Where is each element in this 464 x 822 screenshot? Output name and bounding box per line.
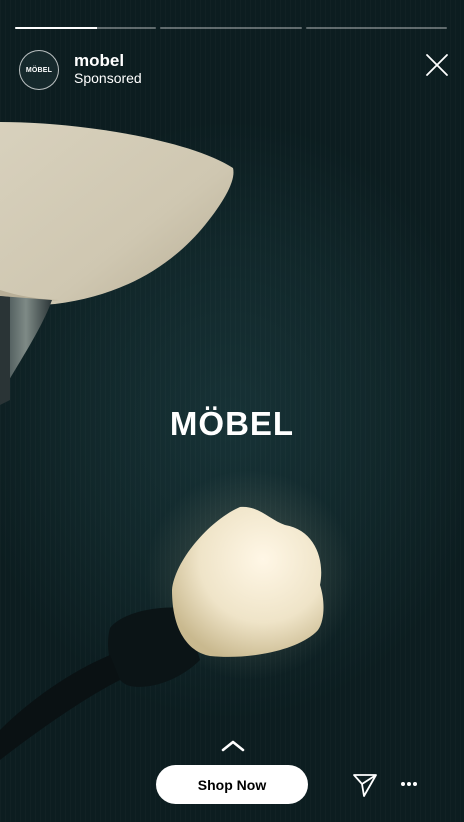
close-icon[interactable] [425,53,449,77]
story-viewer[interactable]: MÖBEL mobel Sponsored MÖBEL Shop Now [0,0,464,822]
brand-wordmark: MÖBEL [169,405,295,442]
avatar[interactable]: MÖBEL [19,50,59,90]
progress-fill-1 [15,27,97,29]
more-dots-icon[interactable] [400,780,418,788]
shop-now-button[interactable]: Shop Now [156,765,308,804]
progress-segment-3 [305,27,447,29]
progress-segment-1 [15,27,157,29]
paper-plane-icon[interactable] [352,772,378,798]
progress-segment-2 [160,27,302,29]
account-info[interactable]: mobel Sponsored [74,52,142,87]
sponsored-label: Sponsored [74,70,142,86]
chevron-up-icon[interactable] [221,740,245,752]
account-name[interactable]: mobel [74,52,142,70]
story-progress [15,27,447,29]
avatar-logo-text: MÖBEL [25,66,53,74]
